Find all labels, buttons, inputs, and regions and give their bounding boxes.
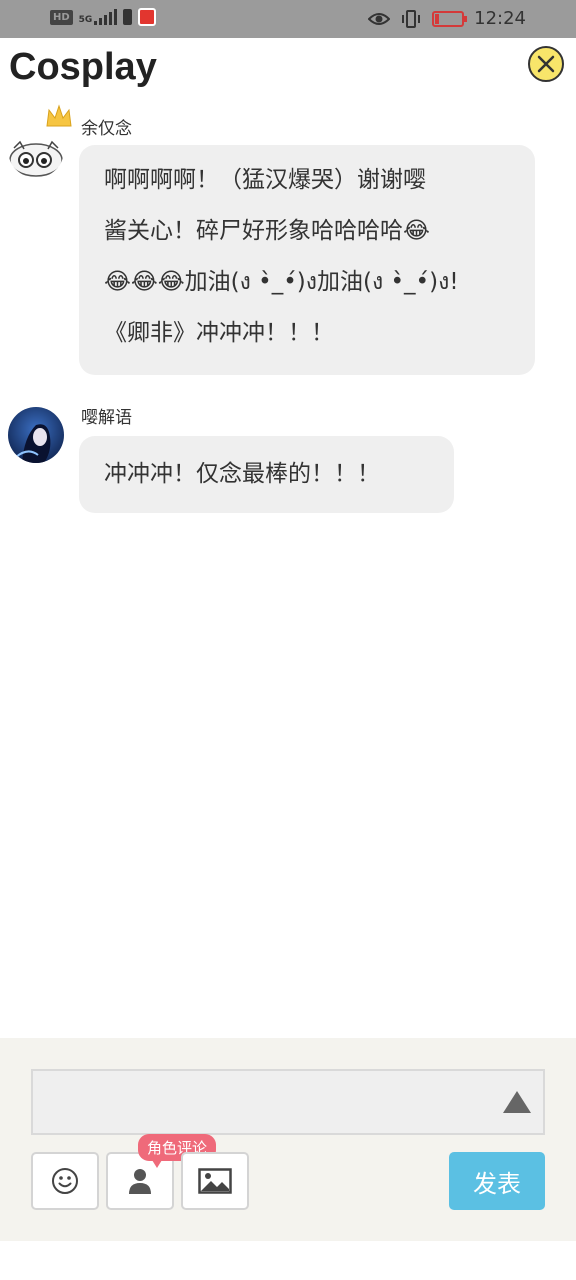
- message-bubble: 啊啊啊啊！（猛汉爆哭）谢谢嘤 酱关心！碎尸好形象哈哈哈哈😂 😂😂😂加油(ง •̀…: [79, 145, 535, 375]
- chat-message: 嘤解语 冲冲冲！仅念最棒的！！！: [0, 395, 576, 520]
- message-line: 《卿非》冲冲冲！！！: [104, 320, 334, 346]
- message-line: 啊啊啊啊！（猛汉爆哭）谢谢嘤: [104, 167, 426, 193]
- signal-icon: 5G: [79, 9, 118, 25]
- chat-message: 余仅念 啊啊啊啊！（猛汉爆哭）谢谢嘤 酱关心！碎尸好形象哈哈哈哈😂 😂😂😂加油(…: [0, 100, 576, 380]
- message-line: 酱关心！碎尸好形象哈哈哈哈😂: [104, 218, 430, 244]
- close-button[interactable]: [528, 46, 564, 82]
- eye-icon: [368, 12, 391, 25]
- comment-input[interactable]: [31, 1069, 545, 1135]
- page-title: Cosplay: [9, 46, 157, 88]
- status-left: HD 5G: [50, 8, 157, 26]
- battery-icon: [432, 10, 468, 27]
- book-app-icon: [138, 8, 157, 26]
- crown-icon: [46, 104, 72, 127]
- vibrate-icon: [402, 9, 421, 28]
- battery-saver-icon: [123, 9, 133, 25]
- username: 余仅念: [81, 119, 132, 139]
- username: 嘤解语: [81, 408, 132, 428]
- composer: 角色评论 发表: [0, 1038, 576, 1241]
- status-right: 12:24: [368, 8, 526, 29]
- emoji-icon: [52, 1168, 78, 1194]
- hd-icon: HD: [50, 9, 73, 25]
- send-arrow-icon[interactable]: [503, 1091, 531, 1113]
- header: Cosplay: [0, 38, 576, 98]
- close-icon: [537, 55, 555, 73]
- message-line: 冲冲冲！仅念最棒的！！！: [104, 461, 380, 487]
- emoji-button[interactable]: [31, 1152, 99, 1210]
- status-bar: HD 5G 12:24: [0, 0, 576, 38]
- avatar[interactable]: [8, 407, 64, 463]
- image-button[interactable]: [181, 1152, 249, 1210]
- message-bubble: 冲冲冲！仅念最棒的！！！: [79, 436, 454, 513]
- image-icon: [198, 1168, 232, 1194]
- person-icon: [129, 1169, 151, 1194]
- publish-button[interactable]: 发表: [449, 1152, 545, 1210]
- message-line: 😂😂😂加油(ง •̀_•́)ง加油(ง •̀_•́)ง!: [104, 269, 459, 295]
- clock: 12:24: [474, 8, 526, 29]
- network-label: 5G: [78, 15, 93, 25]
